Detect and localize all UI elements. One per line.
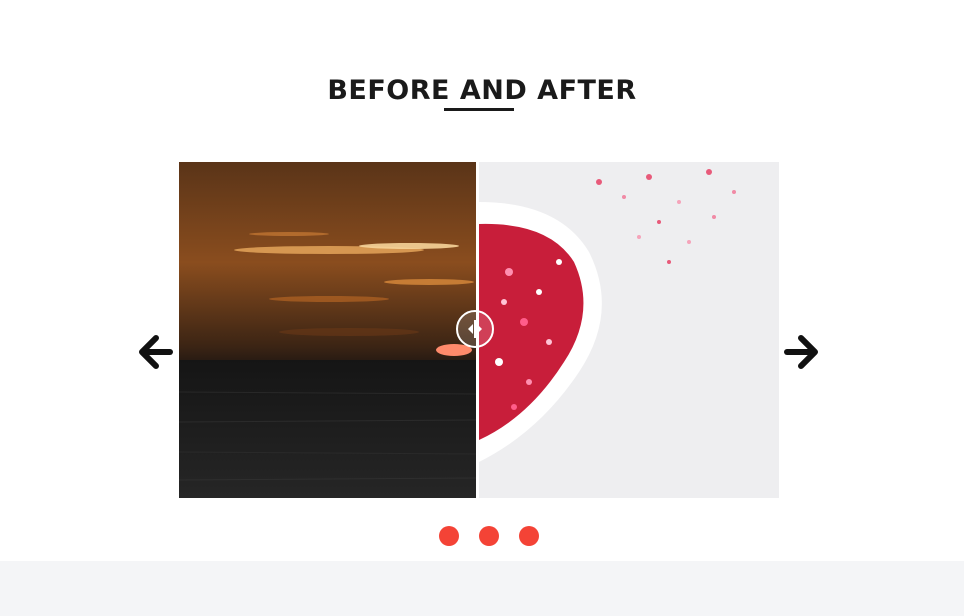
before-after-section: BEFORE AND AFTER — [0, 0, 964, 616]
title-underline — [444, 108, 514, 111]
section-title: BEFORE AND AFTER — [327, 75, 637, 106]
before-image — [179, 162, 476, 498]
footer-band — [0, 561, 964, 616]
arrow-right-icon — [784, 335, 818, 369]
pagination-dot[interactable] — [439, 526, 459, 546]
pagination-dots — [439, 526, 539, 546]
prev-button[interactable] — [138, 334, 174, 370]
before-after-slider[interactable] — [179, 162, 779, 498]
pagination-dot[interactable] — [519, 526, 539, 546]
pagination-dot[interactable] — [479, 526, 499, 546]
next-button[interactable] — [783, 334, 819, 370]
arrow-left-icon — [139, 335, 173, 369]
drag-arrows-icon — [468, 320, 482, 338]
after-image — [479, 162, 779, 498]
slider-handle[interactable] — [456, 310, 494, 348]
